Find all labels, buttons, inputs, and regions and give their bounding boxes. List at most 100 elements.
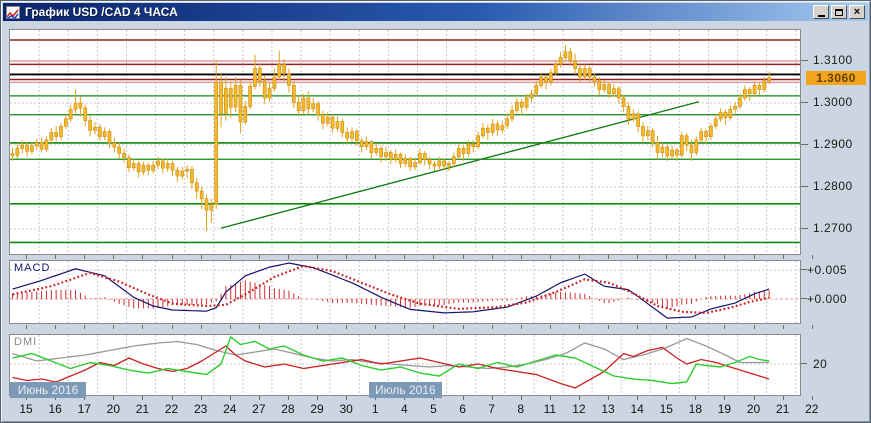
chart-window-icon <box>6 5 20 20</box>
date-axis-tick <box>171 325 173 329</box>
price-axis-tick <box>801 101 808 103</box>
date-axis-tick <box>462 255 464 259</box>
date-axis-tick <box>724 255 726 259</box>
date-axis-tick <box>317 396 319 400</box>
close-button[interactable]: × <box>849 5 865 19</box>
date-axis-label: 30 <box>339 402 353 416</box>
date-axis-tick <box>695 255 697 259</box>
date-axis-tick <box>666 396 668 400</box>
date-axis-tick <box>258 255 260 259</box>
date-axis-label: 21 <box>775 402 790 416</box>
date-axis-tick <box>317 255 319 259</box>
date-axis-label: 24 <box>223 402 237 416</box>
macd-panel[interactable]: MACD <box>9 260 801 324</box>
date-axis-tick <box>287 255 289 259</box>
price-axis-label: 1.2900 <box>813 137 853 151</box>
date-axis-tick <box>608 325 610 329</box>
date-axis-label: 23 <box>193 402 208 416</box>
date-axis-tick <box>637 325 639 329</box>
current-price-badge: 1.3060 <box>806 71 866 85</box>
price-axis-tick <box>801 143 808 145</box>
minimize-button[interactable] <box>813 5 829 19</box>
date-axis-tick <box>578 325 580 329</box>
date-axis-tick <box>113 396 115 400</box>
price-axis-label: 1.2800 <box>813 179 853 193</box>
date-axis-tick <box>811 255 813 259</box>
date-axis-label: 11 <box>543 402 557 416</box>
date-axis-tick <box>229 396 231 400</box>
date-axis-tick <box>55 255 57 259</box>
date-axis-label: 21 <box>135 402 150 416</box>
date-axis-label: 28 <box>281 402 295 416</box>
date-axis-tick <box>578 255 580 259</box>
date-axis-tick <box>258 396 260 400</box>
date-axis-tick <box>287 396 289 400</box>
date-axis-tick <box>229 325 231 329</box>
macd-axis-label-high: +0.005 <box>807 263 848 277</box>
date-axis-label: 6 <box>459 402 466 416</box>
date-axis-tick <box>113 325 115 329</box>
price-chart-panel[interactable] <box>9 29 801 255</box>
date-axis-label: 20 <box>106 402 121 416</box>
date-axis-tick <box>811 396 813 400</box>
date-axis-tick <box>578 396 580 400</box>
date-axis-tick <box>287 325 289 329</box>
date-axis-tick <box>811 325 813 329</box>
date-axis-tick <box>462 396 464 400</box>
date-axis-tick <box>782 255 784 259</box>
date-axis-tick <box>637 255 639 259</box>
price-axis-label: 1.3000 <box>813 95 853 109</box>
date-axis-label: 17 <box>77 402 91 416</box>
dmi-label: DMI <box>14 336 38 348</box>
date-axis-tick <box>666 325 668 329</box>
macd-chart[interactable] <box>10 261 800 323</box>
date-axis-tick <box>142 396 144 400</box>
date-axis-label: 1 <box>371 402 379 416</box>
date-axis-label: 4 <box>401 402 408 416</box>
date-axis-tick <box>782 325 784 329</box>
maximize-button[interactable] <box>831 5 847 19</box>
date-axis-tick <box>491 396 493 400</box>
date-axis-label: 19 <box>717 402 732 416</box>
price-axis-tick <box>801 59 808 61</box>
date-axis-tick <box>200 255 202 259</box>
date-axis-tick <box>375 325 377 329</box>
price-axis-tick <box>801 185 808 187</box>
date-axis-label: 8 <box>517 402 525 416</box>
date-axis-label: 14 <box>630 402 644 416</box>
date-axis-tick <box>26 325 28 329</box>
date-axis-tick <box>84 325 86 329</box>
date-axis-tick <box>782 396 784 400</box>
minimize-icon <box>817 14 825 17</box>
month-badge-july: Июль 2016 <box>369 382 442 398</box>
date-axis-label: 12 <box>572 402 586 416</box>
price-axis-tick <box>801 227 808 229</box>
date-axis-tick <box>171 396 173 400</box>
date-axis-label: 22 <box>805 402 819 416</box>
price-axis-label: 1.2700 <box>813 221 853 235</box>
date-axis-tick <box>753 325 755 329</box>
date-axis-label: 15 <box>659 402 673 416</box>
date-axis-tick <box>404 255 406 259</box>
date-axis-label: 27 <box>252 402 266 416</box>
date-axis-tick <box>317 325 319 329</box>
date-axis-tick <box>404 325 406 329</box>
date-axis-tick <box>753 255 755 259</box>
date-axis-tick <box>549 255 551 259</box>
title-bar[interactable]: График USD /CAD 4 ЧАСА × <box>3 3 868 21</box>
date-axis-label: 5 <box>430 402 437 416</box>
macd-axis-label-zero: +0.000 <box>807 292 848 306</box>
date-axis-tick <box>229 255 231 259</box>
candlestick-chart[interactable] <box>10 30 800 254</box>
date-axis-tick <box>142 255 144 259</box>
date-axis-tick <box>433 325 435 329</box>
macd-label: MACD <box>14 262 51 274</box>
date-axis-label: 29 <box>310 402 324 416</box>
maximize-icon <box>835 8 843 16</box>
date-axis-tick <box>724 396 726 400</box>
date-axis-label: 22 <box>164 402 179 416</box>
window-controls: × <box>813 5 865 19</box>
date-axis-tick <box>666 255 668 259</box>
date-axis-tick <box>520 396 522 400</box>
date-axis-tick <box>84 255 86 259</box>
